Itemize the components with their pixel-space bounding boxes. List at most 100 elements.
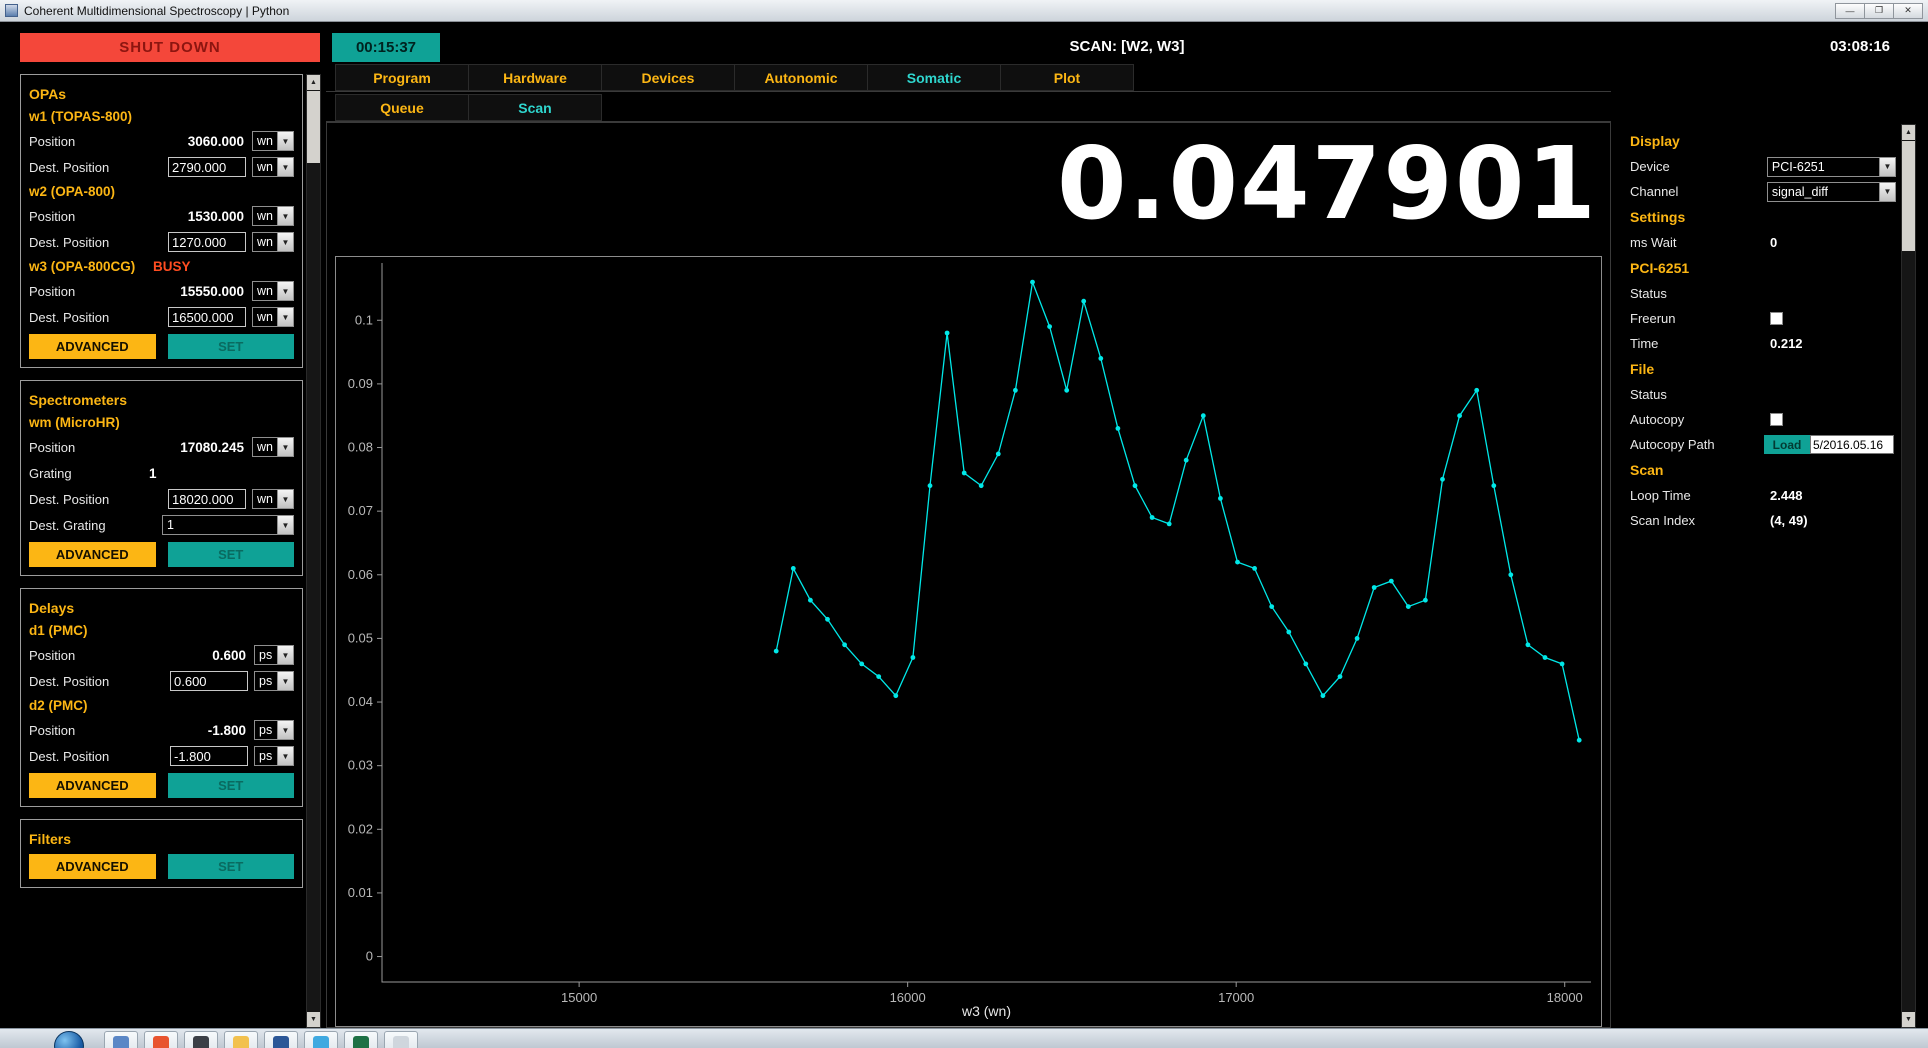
d1-units-select[interactable]: ps [254, 645, 294, 665]
channel-value: signal_diff [1768, 183, 1879, 201]
close-button[interactable]: ✕ [1893, 3, 1923, 19]
scrollbar-thumb[interactable] [307, 91, 320, 163]
wm-dest-grating-select[interactable]: 1 [162, 515, 294, 535]
tab-plot[interactable]: Plot [1000, 64, 1134, 91]
excel-taskbar-icon[interactable] [344, 1031, 378, 1048]
scroll-up-icon[interactable] [307, 75, 320, 90]
maximize-button[interactable]: ❐ [1864, 3, 1894, 19]
w2-dest-row: Dest. Position wn [29, 229, 294, 255]
browser-red-taskbar-icon[interactable] [144, 1031, 178, 1048]
scan-plot: 1500016000170001800000.010.020.030.040.0… [335, 256, 1602, 1027]
w1-dest-units-select[interactable]: wn [252, 157, 294, 177]
primary-tab-bar: Program Hardware Devices Autonomic Somat… [326, 64, 1611, 92]
file-header: File [1630, 356, 1896, 382]
opas-advanced-button[interactable]: ADVANCED [29, 334, 156, 359]
d1-dest-units-select[interactable]: ps [254, 671, 294, 691]
shutdown-button[interactable]: SHUT DOWN [20, 33, 320, 62]
d1-dest-input[interactable] [170, 671, 248, 691]
d2-dest-units-select[interactable]: ps [254, 746, 294, 766]
wm-dest-units-select[interactable]: wn [252, 489, 294, 509]
app-header: SHUT DOWN 00:15:37 SCAN: [W2, W3] 03:08:… [0, 22, 1928, 64]
filters-set-button[interactable]: SET [168, 854, 295, 879]
w2-dest-input[interactable] [168, 232, 246, 252]
minimize-button[interactable]: — [1835, 3, 1865, 19]
tab-hardware[interactable]: Hardware [468, 64, 602, 91]
scrollbar-thumb[interactable] [1902, 141, 1915, 251]
word-taskbar-icon[interactable] [264, 1031, 298, 1048]
wm-dest-input[interactable] [168, 489, 246, 509]
w1-dest-input[interactable] [168, 157, 246, 177]
scroll-down-icon[interactable] [307, 1012, 320, 1027]
app-icon [5, 4, 18, 17]
display-header: Display [1630, 128, 1896, 154]
excel-glyph [353, 1036, 369, 1048]
start-button[interactable] [54, 1031, 84, 1048]
wm-grating-row: Grating 1 [29, 460, 294, 486]
spectrometers-set-button[interactable]: SET [168, 542, 295, 567]
w2-dest-units-select[interactable]: wn [252, 232, 294, 252]
autocopy-path-input[interactable] [1810, 435, 1894, 454]
tab-scan[interactable]: Scan [468, 94, 602, 121]
w2-units-select[interactable]: wn [252, 206, 294, 226]
channel-select[interactable]: signal_diff [1767, 182, 1896, 202]
d2-units-select[interactable]: ps [254, 720, 294, 740]
opas-panel: OPAs w1 (TOPAS-800) Position 3060.000 wn… [20, 74, 303, 368]
delays-advanced-button[interactable]: ADVANCED [29, 773, 156, 798]
dest-position-label: Dest. Position [29, 749, 170, 764]
svg-text:0: 0 [366, 949, 373, 964]
wm-position-row: Position 17080.245 wn [29, 434, 294, 460]
time-row: Time 0.212 [1630, 331, 1896, 356]
d1-dest-units-value: ps [255, 672, 277, 690]
delays-set-button[interactable]: SET [168, 773, 295, 798]
chevron-down-icon [277, 438, 293, 456]
device-select[interactable]: PCI-6251 [1767, 157, 1896, 177]
w3-dest-units-select[interactable]: wn [252, 307, 294, 327]
tab-program[interactable]: Program [335, 64, 469, 91]
settings-header: Settings [1630, 204, 1896, 230]
notepad-taskbar-icon[interactable] [384, 1031, 418, 1048]
status-label: Status [1630, 387, 1770, 402]
position-label: Position [29, 723, 208, 738]
autocopy-row: Autocopy [1630, 407, 1896, 432]
word-glyph [273, 1036, 289, 1048]
position-label: Position [29, 648, 212, 663]
scroll-down-icon[interactable] [1902, 1012, 1915, 1027]
w3-position-value: 15550.000 [180, 284, 244, 299]
delays-buttons: ADVANCED SET [29, 773, 294, 798]
sidebar-scrollbar[interactable] [306, 74, 321, 1028]
folder-glyph [233, 1036, 249, 1048]
freerun-checkbox[interactable] [1770, 312, 1783, 325]
spectrometers-advanced-button[interactable]: ADVANCED [29, 542, 156, 567]
d2-dest-input[interactable] [170, 746, 248, 766]
folder-taskbar-icon[interactable] [224, 1031, 258, 1048]
w1-name: w1 (TOPAS-800) [29, 105, 294, 128]
wm-units-select[interactable]: wn [252, 437, 294, 457]
d1-units-value: ps [255, 646, 277, 664]
load-button[interactable]: Load [1764, 435, 1810, 454]
tab-queue[interactable]: Queue [335, 94, 469, 121]
w3-units-select[interactable]: wn [252, 281, 294, 301]
scroll-up-icon[interactable] [1902, 125, 1915, 140]
filters-advanced-button[interactable]: ADVANCED [29, 854, 156, 879]
chevron-down-icon [277, 207, 293, 225]
tab-somatic[interactable]: Somatic [867, 64, 1001, 91]
autocopy-checkbox[interactable] [1770, 413, 1783, 426]
tab-devices[interactable]: Devices [601, 64, 735, 91]
w1-dest-row: Dest. Position wn [29, 154, 294, 180]
right-panel-scrollbar[interactable] [1901, 124, 1916, 1028]
internet-explorer-taskbar-icon[interactable] [304, 1031, 338, 1048]
media-player-taskbar-icon[interactable] [184, 1031, 218, 1048]
d2-name: d2 (PMC) [29, 694, 294, 717]
svg-text:0.05: 0.05 [348, 630, 373, 645]
w1-name-label: w1 (TOPAS-800) [29, 109, 132, 124]
device-row: Device PCI-6251 [1630, 154, 1896, 179]
signal-readout: 0.047901 [1057, 131, 1598, 236]
autocopy-path-label: Autocopy Path [1630, 437, 1764, 452]
d1-position-value: 0.600 [212, 648, 246, 663]
w1-units-select[interactable]: wn [252, 131, 294, 151]
scan-index-value: (4, 49) [1770, 513, 1808, 528]
opas-set-button[interactable]: SET [168, 334, 295, 359]
tab-autonomic[interactable]: Autonomic [734, 64, 868, 91]
app-window-taskbar-icon[interactable] [104, 1031, 138, 1048]
w3-dest-input[interactable] [168, 307, 246, 327]
